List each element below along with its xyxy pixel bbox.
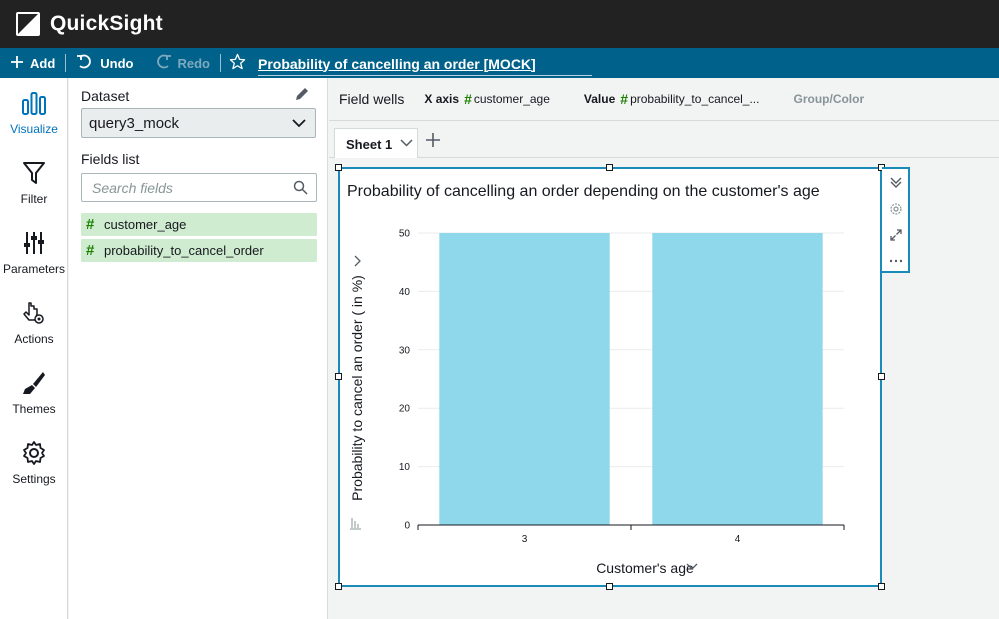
field-item-probability-to-cancel-order[interactable]: # probability_to_cancel_order	[81, 239, 317, 262]
gear-icon	[21, 440, 47, 466]
rail-label: Actions	[14, 332, 54, 346]
resize-handle[interactable]	[606, 583, 613, 590]
field-name: customer_age	[104, 217, 187, 232]
double-chevron-down-icon	[890, 177, 902, 188]
rail-item-themes[interactable]: Themes	[0, 358, 68, 428]
y-tick-label: 50	[399, 229, 411, 240]
search-placeholder: Search fields	[92, 179, 173, 196]
numeric-field-icon: #	[86, 242, 95, 259]
x-axis-well[interactable]: X axis # customer_age	[424, 91, 550, 107]
add-button[interactable]: Add	[0, 48, 65, 78]
sort-icon	[350, 518, 361, 530]
sheet-tab-bar: Sheet 1	[329, 122, 999, 159]
tab-sheet-1[interactable]: Sheet 1	[334, 128, 418, 159]
undo-label: Undo	[100, 55, 134, 71]
x-tick-label: 4	[735, 534, 741, 545]
y-tick-label: 40	[399, 287, 411, 298]
rail-item-filter[interactable]: Filter	[0, 148, 68, 218]
rail-label: Settings	[12, 472, 56, 486]
rail-label: Visualize	[10, 122, 58, 136]
value-well-value: probability_to_cancel_...	[630, 92, 760, 106]
field-item-customer-age[interactable]: # customer_age	[81, 213, 317, 236]
paintbrush-icon	[21, 370, 47, 396]
plus-icon	[10, 55, 24, 72]
numeric-field-icon: #	[620, 91, 629, 107]
redo-icon	[154, 54, 172, 73]
expand-visual-button[interactable]	[886, 225, 906, 245]
dataset-value: query3_mock	[89, 114, 180, 132]
resize-handle[interactable]	[335, 583, 342, 590]
visual-menu	[882, 167, 910, 273]
rail-item-parameters[interactable]: Parameters	[0, 218, 68, 288]
bar-chart-icon	[21, 90, 47, 116]
x-axis-well-value: customer_age	[473, 92, 550, 106]
rail-label: Themes	[12, 402, 56, 416]
x-axis-well-label: X axis	[424, 92, 460, 106]
field-wells-bar: Field wells X axis # customer_age Value …	[329, 78, 999, 121]
star-icon	[229, 53, 246, 73]
numeric-field-icon: #	[464, 91, 472, 107]
resize-handle[interactable]	[878, 373, 885, 380]
rail-label: Filter	[20, 192, 48, 206]
field-name: probability_to_cancel_order	[104, 243, 264, 258]
fields-list-label: Fields list	[81, 151, 140, 167]
analysis-name-input[interactable]: Probability of cancelling an order [MOCK…	[258, 50, 592, 76]
chevron-down-icon	[291, 115, 307, 135]
resize-handle[interactable]	[878, 583, 885, 590]
sheet-tab-label: Sheet 1	[346, 136, 393, 152]
data-panel: Dataset query3_mock Fields list Search f…	[69, 78, 328, 619]
sliders-icon	[21, 230, 47, 256]
add-label: Add	[30, 55, 56, 71]
favorite-star-button[interactable]	[221, 48, 252, 78]
visual-title[interactable]: Probability of cancelling an order depen…	[347, 183, 820, 201]
plus-icon	[426, 133, 440, 147]
rail-item-actions[interactable]: Actions	[0, 288, 68, 358]
app-title: QuickSight	[50, 12, 163, 35]
app-header: QuickSight	[0, 0, 999, 48]
y-tick-label: 0	[404, 521, 410, 532]
undo-button[interactable]: Undo	[66, 48, 143, 78]
toolbar: Add Undo Redo Probability of cancelling …	[0, 48, 999, 78]
value-well-label: Value	[583, 92, 616, 106]
y-tick-label: 10	[399, 462, 411, 473]
search-icon	[293, 180, 308, 198]
x-tick-label: 3	[522, 534, 528, 545]
y-axis-title: Probability to cancel an order ( in %)	[349, 275, 365, 501]
bar	[439, 233, 610, 525]
redo-button[interactable]: Redo	[144, 48, 221, 78]
bar	[652, 233, 823, 525]
y-tick-label: 20	[399, 404, 411, 415]
dataset-label: Dataset	[81, 88, 130, 104]
numeric-field-icon: #	[86, 216, 95, 233]
visual-settings-button[interactable]	[886, 199, 906, 219]
collapse-visual-button[interactable]	[886, 172, 906, 192]
quicksight-logo-icon	[16, 12, 40, 36]
search-fields-input[interactable]: Search fields	[81, 173, 317, 202]
resize-handle[interactable]	[606, 164, 613, 171]
gear-icon	[890, 203, 902, 215]
y-tick-label: 30	[399, 345, 411, 356]
rail-item-visualize[interactable]: Visualize	[0, 78, 68, 148]
value-well[interactable]: Value # probability_to_cancel_...	[584, 91, 760, 107]
group-color-well[interactable]: Group/Color	[793, 92, 864, 106]
bar-chart: 0 10 20 30 40 50 3 4 Customer's age Probability t…	[349, 229, 845, 576]
pointer-gear-icon	[21, 300, 47, 326]
filter-icon	[21, 160, 47, 186]
left-nav-rail: Visualize Filter Parameters Actions Them…	[0, 78, 68, 619]
chevron-right-icon	[354, 255, 361, 267]
expand-icon	[890, 229, 902, 241]
chevron-down-icon[interactable]	[400, 136, 413, 152]
redo-label: Redo	[177, 55, 211, 71]
ellipsis-icon	[889, 259, 903, 263]
rail-item-settings[interactable]: Settings	[0, 428, 68, 498]
more-options-button[interactable]	[886, 251, 906, 271]
resize-handle[interactable]	[335, 164, 342, 171]
pencil-icon[interactable]	[294, 86, 310, 107]
rail-label: Parameters	[2, 262, 66, 276]
x-axis-title: Customer's age	[596, 560, 694, 576]
dataset-select[interactable]: query3_mock	[81, 108, 316, 138]
field-wells-title[interactable]: Field wells	[339, 91, 404, 107]
add-sheet-button[interactable]	[425, 130, 441, 152]
undo-icon	[76, 54, 94, 73]
